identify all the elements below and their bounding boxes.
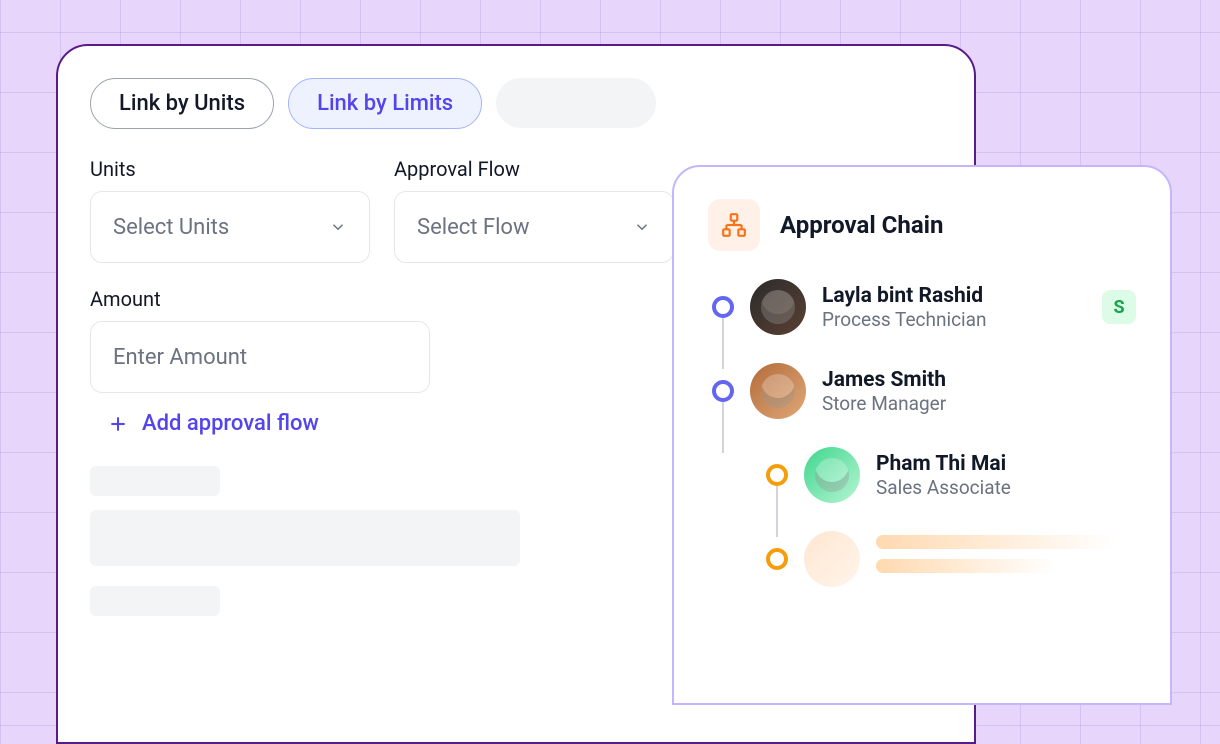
tab-link-by-units[interactable]: Link by Units xyxy=(90,78,274,129)
chain-node-icon xyxy=(712,380,734,402)
status-badge: S xyxy=(1102,290,1136,324)
tab-bar: Link by Units Link by Limits xyxy=(90,78,942,129)
avatar-placeholder xyxy=(804,531,860,587)
tab-placeholder xyxy=(496,78,656,128)
tab-link-by-limits[interactable]: Link by Limits xyxy=(288,78,482,129)
chain-item[interactable]: Pham Thi Mai Sales Associate xyxy=(766,447,1136,531)
amount-placeholder: Enter Amount xyxy=(113,345,247,370)
flow-select[interactable]: Select Flow xyxy=(394,191,674,263)
flow-field-group: Approval Flow Select Flow xyxy=(394,157,674,263)
avatar xyxy=(804,447,860,503)
flow-label: Approval Flow xyxy=(394,157,674,181)
chevron-down-icon xyxy=(329,218,347,236)
person-name: James Smith xyxy=(822,368,946,392)
flow-select-value: Select Flow xyxy=(417,215,530,240)
approval-chain-panel: Approval Chain Layla bint Rashid Process… xyxy=(672,165,1172,705)
person-role: Store Manager xyxy=(822,392,946,415)
units-select[interactable]: Select Units xyxy=(90,191,370,263)
person-role: Process Technician xyxy=(822,308,986,331)
person-name: Layla bint Rashid xyxy=(822,284,986,308)
avatar xyxy=(750,279,806,335)
units-field-group: Units Select Units xyxy=(90,157,370,263)
person-role: Sales Associate xyxy=(876,476,1011,499)
units-select-value: Select Units xyxy=(113,215,229,240)
plus-icon xyxy=(108,414,128,434)
chevron-down-icon xyxy=(633,218,651,236)
chain-item-placeholder xyxy=(766,531,1136,615)
person-name: Pham Thi Mai xyxy=(876,452,1011,476)
amount-input[interactable]: Enter Amount xyxy=(90,321,430,393)
approval-chain-list: Layla bint Rashid Process Technician S J… xyxy=(712,279,1136,615)
avatar xyxy=(750,363,806,419)
approval-chain-title: Approval Chain xyxy=(780,211,943,239)
units-label: Units xyxy=(90,157,370,181)
chain-item[interactable]: Layla bint Rashid Process Technician S xyxy=(712,279,1136,363)
chain-node-icon xyxy=(766,464,788,486)
chain-node-icon xyxy=(712,296,734,318)
chain-node-icon xyxy=(766,548,788,570)
hierarchy-icon xyxy=(708,199,760,251)
chain-item[interactable]: James Smith Store Manager xyxy=(712,363,1136,447)
add-flow-label: Add approval flow xyxy=(142,411,319,436)
